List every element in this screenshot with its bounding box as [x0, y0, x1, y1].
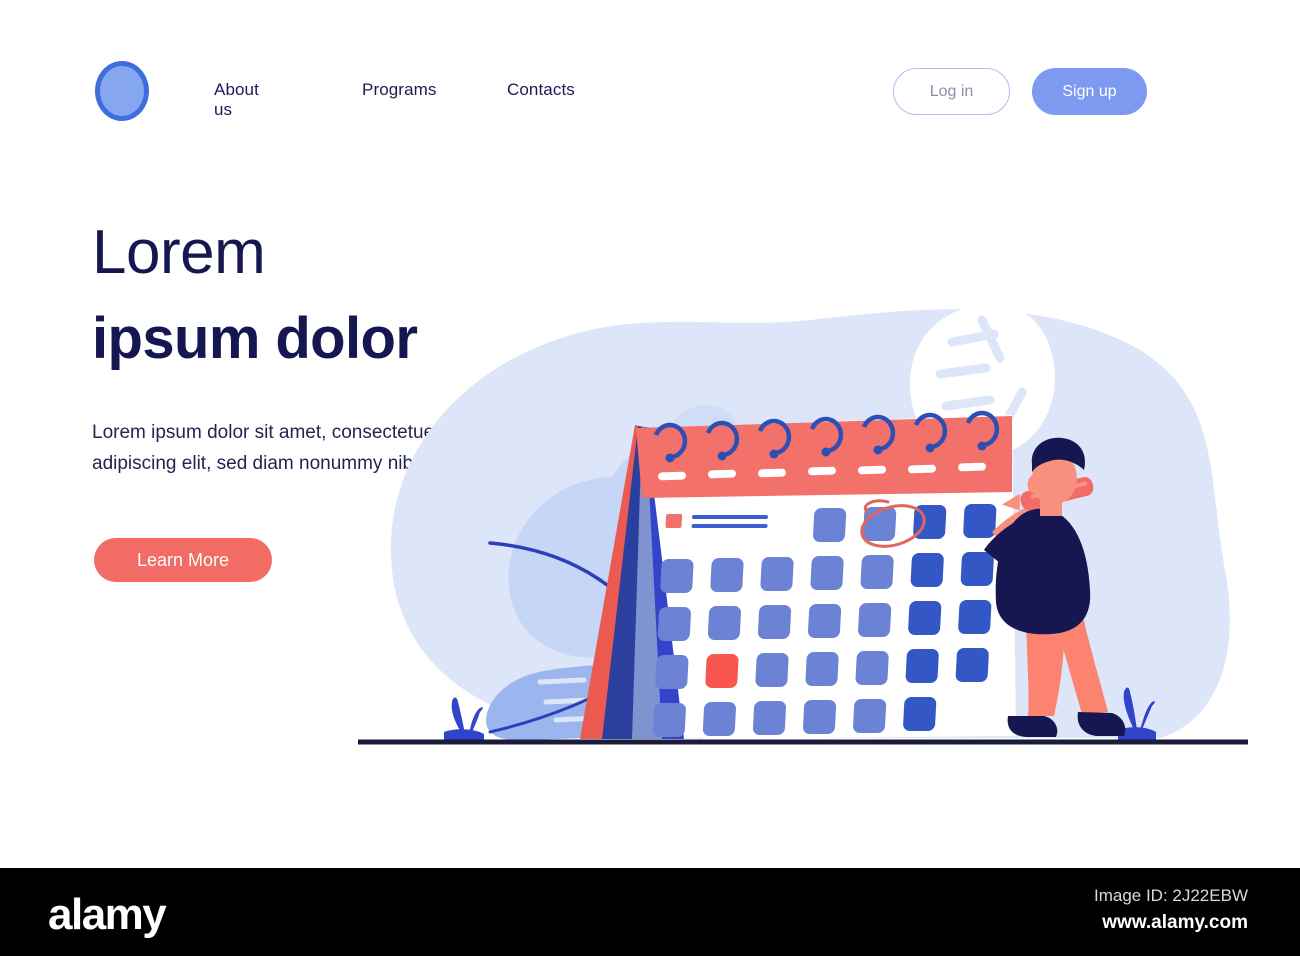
learn-more-button[interactable]: Learn More: [94, 538, 272, 582]
nav-item-about-us[interactable]: About us: [214, 80, 259, 120]
login-button[interactable]: Log in: [893, 68, 1010, 115]
nav-item-contacts[interactable]: Contacts: [507, 80, 575, 100]
watermark-footer: alamy Image ID: 2J22EBW www.alamy.com: [0, 868, 1300, 956]
signup-button[interactable]: Sign up: [1032, 68, 1147, 115]
calendar-highlighted-day-cell: [705, 654, 739, 688]
calendar-planning-illustration: [340, 250, 1270, 760]
calendar-header-band: [636, 416, 1012, 498]
image-id-text: Image ID: 2J22EBW: [1093, 886, 1248, 905]
site-header: About us Programs Contacts Log in Sign u…: [0, 0, 1300, 180]
nav-item-programs[interactable]: Programs: [362, 80, 437, 100]
grass-tuft-left-icon: [444, 697, 484, 741]
circle-logo-icon[interactable]: [95, 61, 149, 121]
landing-page: About us Programs Contacts Log in Sign u…: [0, 0, 1300, 956]
character-shoe-back: [1007, 716, 1058, 737]
alamy-url-text: www.alamy.com: [1102, 912, 1248, 933]
character-nose: [1027, 474, 1038, 494]
alamy-logo: alamy: [48, 890, 167, 939]
